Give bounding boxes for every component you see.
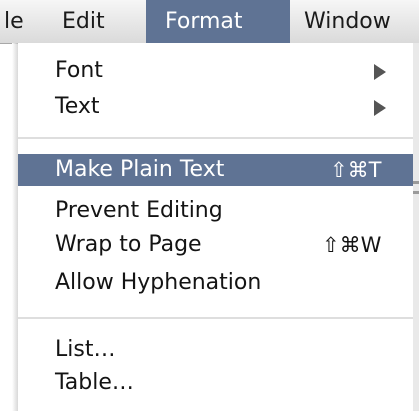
menu-item-allow-hyphenation[interactable]: Allow Hyphenation — [18, 267, 413, 299]
menu-item-label: List… — [55, 337, 116, 362]
menu-item-label: Table… — [55, 370, 134, 395]
menu-item-text[interactable]: Text — [18, 91, 413, 123]
submenu-arrow-icon — [374, 100, 386, 116]
shortcut-label: ⇧⌘W — [322, 233, 382, 257]
menu-item-list[interactable]: List… — [18, 334, 413, 366]
menu-separator — [18, 137, 413, 139]
window-edge — [413, 43, 419, 411]
menu-item-label: Text — [55, 94, 100, 119]
menu-separator — [18, 317, 413, 319]
menu-item-font[interactable]: Font — [18, 55, 413, 87]
menubar-item-file[interactable]: le — [4, 0, 24, 43]
menu-item-table[interactable]: Table… — [18, 367, 413, 399]
menu-item-prevent-editing[interactable]: Prevent Editing — [18, 195, 413, 227]
menu-item-label: Make Plain Text — [55, 157, 225, 182]
submenu-arrow-icon — [374, 64, 386, 80]
menubar-item-format[interactable]: Format — [146, 0, 290, 43]
shortcut-label: ⇧⌘T — [330, 158, 382, 182]
menu-bar: le Edit Format Window — [0, 0, 419, 44]
menu-item-make-plain-text[interactable]: Make Plain Text ⇧⌘T — [18, 154, 413, 186]
window-edge-mark — [413, 191, 419, 194]
menu-item-label: Wrap to Page — [55, 232, 202, 257]
menu-item-label: Font — [55, 58, 103, 83]
menubar-item-window[interactable]: Window — [304, 0, 391, 43]
menu-item-label: Allow Hyphenation — [55, 270, 262, 295]
window-edge-mark — [413, 181, 419, 184]
menubar-item-edit[interactable]: Edit — [62, 0, 105, 43]
menu-item-wrap-to-page[interactable]: Wrap to Page ⇧⌘W — [18, 229, 413, 261]
menu-item-label: Prevent Editing — [55, 198, 223, 223]
